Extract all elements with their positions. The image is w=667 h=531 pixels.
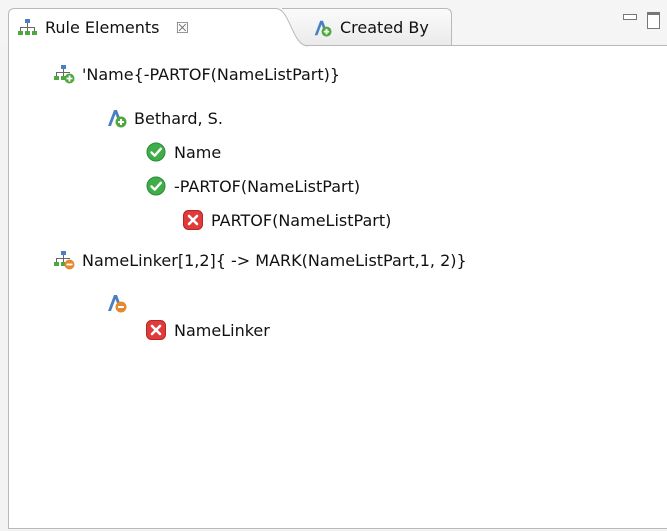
tree-item-label: NameLinker: [174, 320, 270, 340]
annotation-icon: [314, 20, 332, 37]
tree-item[interactable]: -PARTOF(NameListPart): [145, 171, 360, 201]
tree-item-label: Name: [174, 142, 222, 162]
tab-rule-elements-label: Rule Elements: [45, 18, 160, 37]
rule-tree[interactable]: 'Name{-PARTOF(NameListPart)} Bethard, S.…: [8, 45, 667, 529]
tree-icon: [18, 18, 37, 35]
error-icon: [183, 210, 203, 230]
tab-bar: Rule Elements ☒ Created By: [0, 0, 667, 47]
rule-elements-view: Rule Elements ☒ Created By 'Name{-PARTOF…: [0, 0, 667, 531]
tab-created-by-label: Created By: [340, 18, 429, 37]
tree-item-label: Bethard, S.: [134, 108, 223, 128]
tree-item[interactable]: NameLinker[1,2]{ -> MARK(NameListPart,1,…: [53, 245, 467, 275]
tree-item-label: 'Name{-PARTOF(NameListPart)}: [82, 64, 341, 84]
tree-item[interactable]: PARTOF(NameListPart): [182, 205, 391, 235]
tree-item[interactable]: NameLinker: [145, 315, 270, 345]
tree-item-label: -PARTOF(NameListPart): [174, 176, 361, 196]
tree-item-label: PARTOF(NameListPart): [211, 210, 392, 230]
tree-item[interactable]: [105, 288, 134, 318]
annotation-matched-icon: [108, 110, 127, 128]
tab-rule-elements[interactable]: Rule Elements ☒: [8, 8, 308, 47]
rule-matched-icon: [54, 65, 75, 84]
window-controls: [623, 12, 661, 29]
minimize-icon[interactable]: [623, 12, 637, 26]
tree-item-label: NameLinker[1,2]{ -> MARK(NameListPart,1,…: [82, 250, 467, 270]
rule-failed-icon: [54, 251, 75, 270]
tree-item[interactable]: Bethard, S.: [105, 103, 223, 133]
annotation-failed-icon: [108, 295, 127, 313]
check-icon: [146, 142, 166, 162]
error-icon: [146, 320, 166, 340]
tree-item[interactable]: 'Name{-PARTOF(NameListPart)}: [53, 59, 340, 89]
tab-curve: [268, 8, 308, 47]
close-icon[interactable]: ☒: [176, 19, 189, 37]
tree-item[interactable]: Name: [145, 137, 221, 167]
maximize-icon[interactable]: [647, 12, 661, 29]
check-icon: [146, 176, 166, 196]
